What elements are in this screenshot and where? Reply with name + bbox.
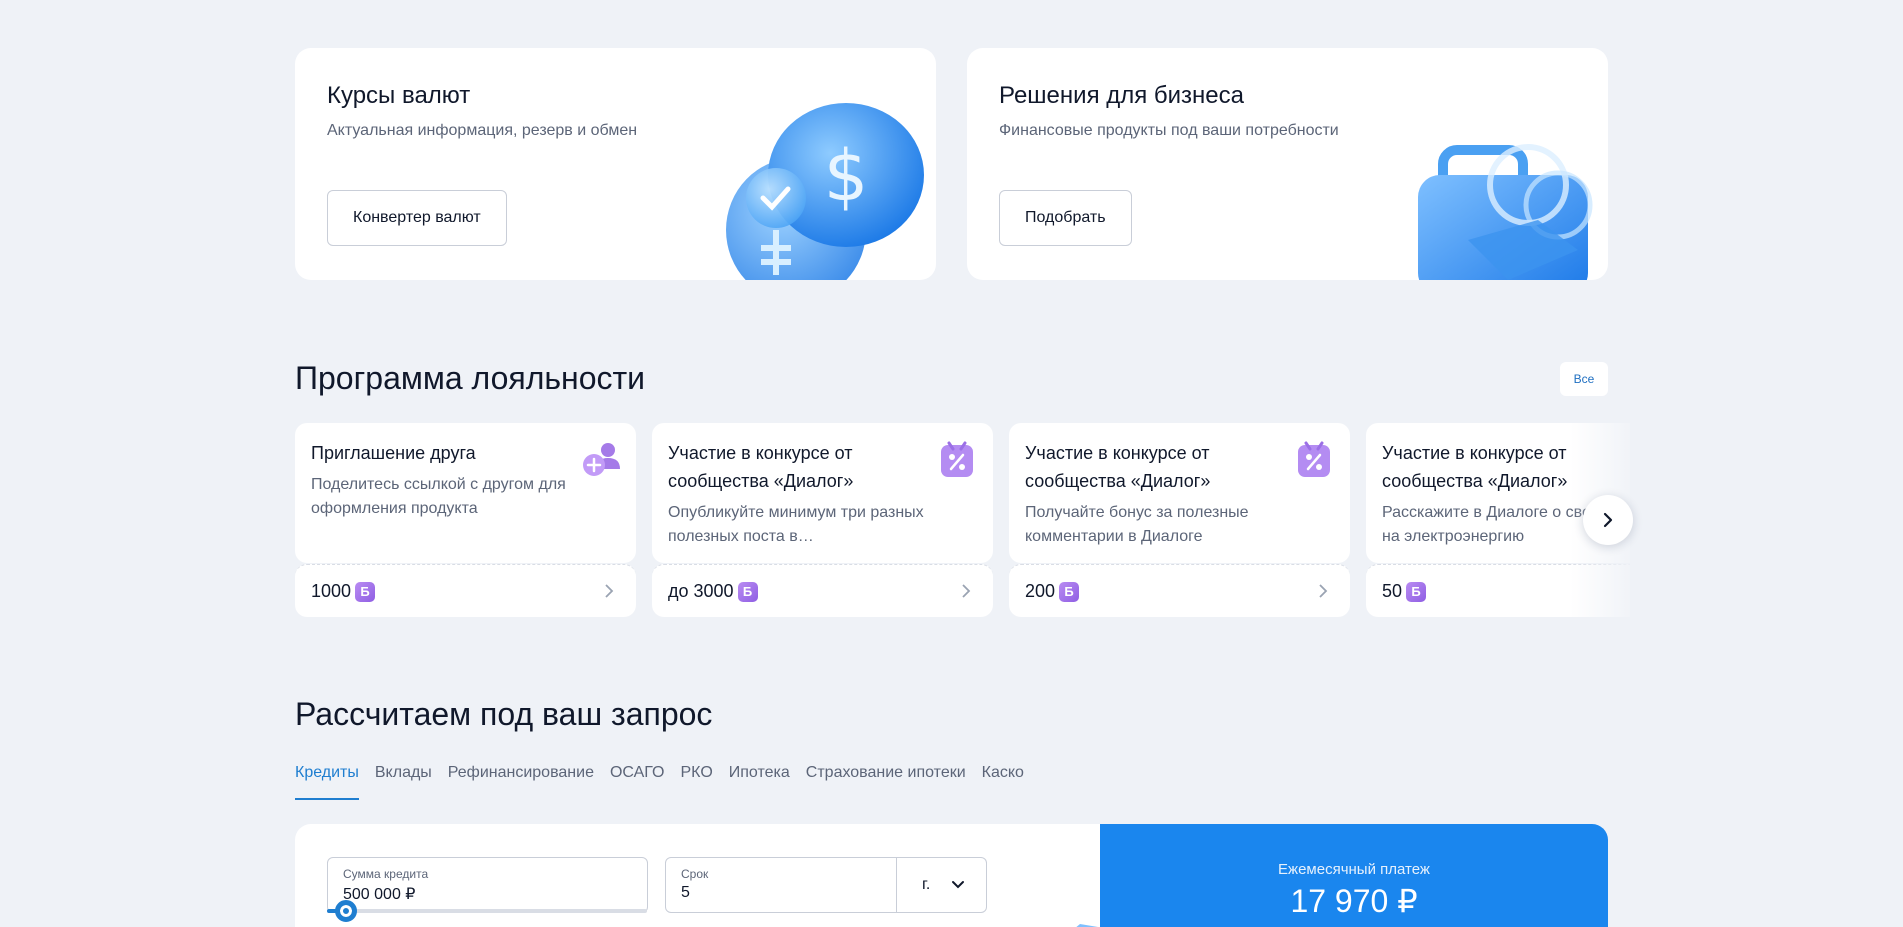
term-unit-select[interactable]: г. xyxy=(896,857,987,913)
tab-credits[interactable]: Кредиты xyxy=(295,762,359,800)
loyalty-card[interactable]: Участие в конкурсе от сообщества «Диалог… xyxy=(652,423,993,617)
loyalty-card-title: Участие в конкурсе от сообщества «Диалог… xyxy=(668,443,854,491)
term-value: 5 xyxy=(681,884,690,901)
chevron-right-icon xyxy=(962,584,971,598)
card-subtitle: Финансовые продукты под ваши потребности xyxy=(999,122,1339,139)
loyalty-points: 1000 Б xyxy=(311,581,376,602)
add-user-icon xyxy=(583,443,620,476)
tab-osago[interactable]: ОСАГО xyxy=(610,762,665,800)
percent-ticket-icon xyxy=(941,441,973,477)
bonus-badge-icon: Б xyxy=(1059,581,1080,602)
tab-deposits[interactable]: Вклады xyxy=(375,762,432,800)
percent-ticket-icon xyxy=(1298,441,1330,477)
points-value: 200 xyxy=(1025,581,1056,601)
dollar-coins-art: $ xyxy=(726,103,924,280)
monthly-payment-label: Ежемесячный платеж xyxy=(1278,861,1430,878)
term-field[interactable]: Срок 5 xyxy=(665,857,897,913)
card-title: Решения для бизнеса xyxy=(999,82,1245,109)
choose-button[interactable]: Подобрать xyxy=(999,190,1132,246)
loyalty-card-desc: Опубликуйте минимум три разных полезных … xyxy=(668,504,924,545)
tab-kasko[interactable]: Каско xyxy=(982,762,1024,800)
loan-amount-field[interactable]: Сумма кредита 500 000 ₽ xyxy=(327,857,648,913)
tab-refinancing[interactable]: Рефинансирование xyxy=(448,762,594,800)
loan-amount-label: Сумма кредита xyxy=(343,867,429,881)
loyalty-card-desc: Поделитесь ссылкой с другом для оформлен… xyxy=(311,476,566,517)
loan-amount-value: 500 000 ₽ xyxy=(343,886,416,903)
tab-rko[interactable]: РКО xyxy=(681,762,713,800)
chevron-down-icon xyxy=(952,881,965,889)
term-label: Срок xyxy=(681,867,709,881)
loyalty-title: Программа лояльности xyxy=(295,360,646,396)
loyalty-card-title: Участие в конкурсе от сообщества «Диалог… xyxy=(1025,443,1211,491)
points-value: до 3000 xyxy=(668,581,734,601)
calculator-title: Рассчитаем под ваш запрос xyxy=(295,696,713,732)
briefcase-art xyxy=(1418,144,1593,280)
bonus-badge-icon: Б xyxy=(1406,581,1427,602)
card-title: Курсы валют xyxy=(327,82,471,109)
carousel-next-button[interactable] xyxy=(1583,495,1633,545)
points-value: 50 xyxy=(1382,581,1403,601)
monthly-payment-panel: Ежемесячный платеж 17 970 ₽ xyxy=(1100,824,1608,927)
term-unit-value: г. xyxy=(922,876,931,893)
currency-rates-card: Курсы валют Актуальная информация, резер… xyxy=(295,48,936,280)
loyalty-points: 50 Б xyxy=(1382,581,1427,602)
tab-mortgage[interactable]: Ипотека xyxy=(729,762,790,800)
loyalty-carousel: Приглашение друга Поделитесь ссылкой с д… xyxy=(295,423,1630,619)
all-loyalty-button[interactable]: Все xyxy=(1560,362,1608,396)
card-subtitle: Актуальная информация, резерв и обмен xyxy=(327,122,638,139)
points-value: 1000 xyxy=(311,581,352,601)
bonus-badge-icon: Б xyxy=(355,581,376,602)
slider-handle[interactable] xyxy=(335,900,358,922)
chevron-right-icon xyxy=(1603,512,1613,528)
calculator-tabs: Кредиты Вклады Рефинансирование ОСАГО РК… xyxy=(295,762,1040,800)
loyalty-card[interactable]: Приглашение друга Поделитесь ссылкой с д… xyxy=(295,423,636,617)
loyalty-card-title: Приглашение друга xyxy=(311,443,476,463)
bonus-badge-icon: Б xyxy=(737,581,758,602)
tab-mortgage-insurance[interactable]: Страхование ипотеки xyxy=(806,762,966,800)
currency-converter-button[interactable]: Конвертер валют xyxy=(327,190,507,246)
chevron-right-icon xyxy=(605,584,614,598)
monthly-payment-value: 17 970 ₽ xyxy=(1290,883,1418,919)
loyalty-card[interactable]: Участие в конкурсе от сообщества «Диалог… xyxy=(1009,423,1350,617)
loan-calculator: Сумма кредита 500 000 ₽ Срок 5 г. Ежемес… xyxy=(295,824,1608,927)
loyalty-points: до 3000 Б xyxy=(668,581,758,602)
loyalty-points: 200 Б xyxy=(1025,581,1080,602)
loyalty-card-desc: Получайте бонус за полезные комментарии … xyxy=(1025,504,1249,545)
chevron-right-icon xyxy=(1319,584,1328,598)
svg-text:$: $ xyxy=(824,135,869,217)
business-solutions-card: Решения для бизнеса Финансовые продукты … xyxy=(967,48,1608,280)
loan-amount-slider[interactable] xyxy=(327,900,647,922)
